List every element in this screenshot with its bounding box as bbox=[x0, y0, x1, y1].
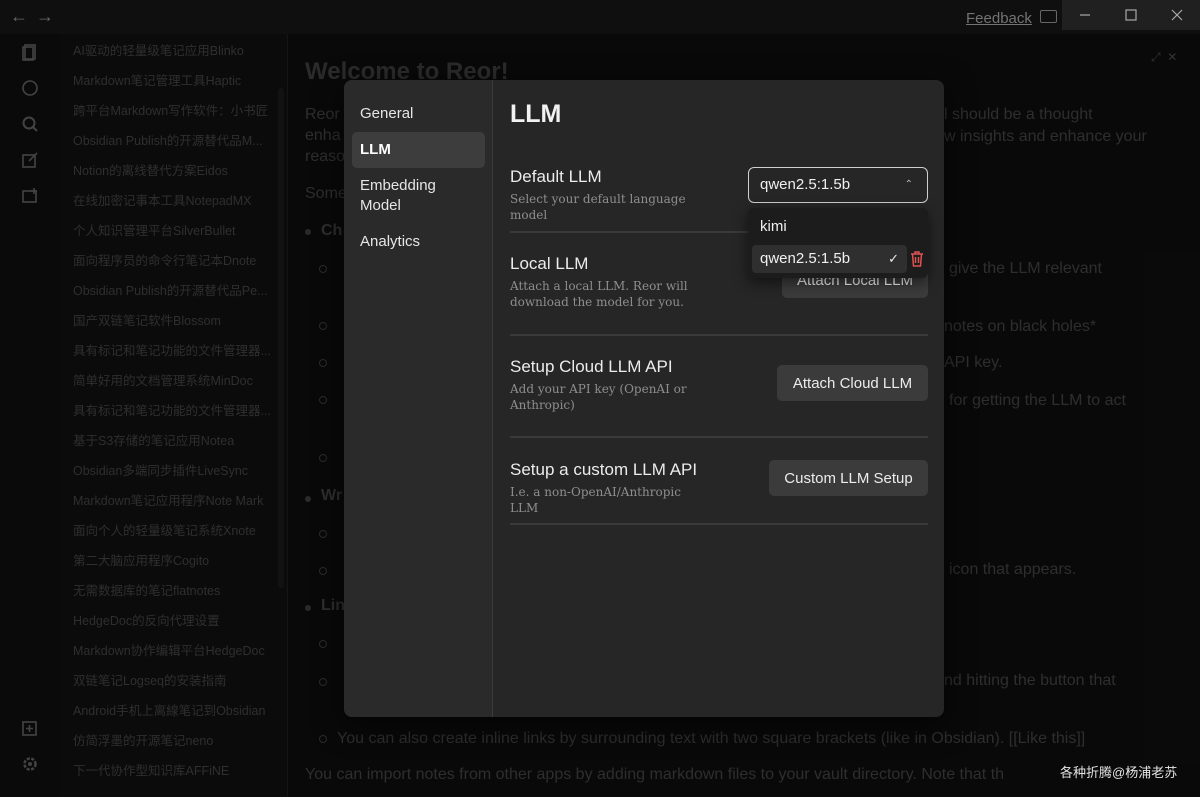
custom-llm-title: Setup a custom LLM API bbox=[510, 460, 698, 479]
divider bbox=[510, 436, 928, 438]
settings-nav: General LLM Embedding Model Analytics bbox=[344, 80, 493, 717]
check-icon: ✓ bbox=[888, 251, 899, 266]
settings-content: LLM Default LLM Select your default lang… bbox=[494, 80, 944, 717]
option-label: qwen2.5:1.5b bbox=[760, 250, 851, 267]
default-llm-desc: Select your default language model bbox=[510, 192, 686, 222]
divider bbox=[510, 334, 928, 336]
settings-nav-analytics[interactable]: Analytics bbox=[352, 232, 485, 252]
default-llm-select[interactable]: qwen2.5:1.5b ⌃ bbox=[748, 167, 928, 203]
settings-modal: General LLM Embedding Model Analytics LL… bbox=[344, 80, 944, 717]
local-llm-title: Local LLM bbox=[510, 254, 589, 273]
chevron-updown-icon: ⌃ bbox=[904, 179, 913, 190]
cloud-llm-title: Setup Cloud LLM API bbox=[510, 357, 673, 376]
settings-nav-llm[interactable]: LLM bbox=[352, 132, 485, 168]
local-llm-desc: Attach a local LLM. Reor will download t… bbox=[510, 279, 688, 309]
dropdown-option-kimi[interactable]: kimi bbox=[752, 213, 907, 241]
option-label: kimi bbox=[760, 218, 787, 235]
custom-llm-setup-button[interactable]: Custom LLM Setup bbox=[769, 460, 928, 496]
watermark: 各种折腾@杨浦老苏 bbox=[1060, 765, 1178, 780]
default-llm-title: Default LLM bbox=[510, 167, 602, 186]
trash-icon[interactable] bbox=[910, 251, 924, 267]
default-llm-select-value: qwen2.5:1.5b bbox=[760, 176, 851, 193]
attach-cloud-llm-button[interactable]: Attach Cloud LLM bbox=[777, 365, 928, 401]
cloud-llm-desc: Add your API key (OpenAI or Anthropic) bbox=[510, 382, 687, 412]
default-llm-dropdown: kimi qwen2.5:1.5b ✓ bbox=[748, 208, 928, 278]
settings-nav-embedding-model[interactable]: Embedding Model bbox=[352, 176, 485, 216]
dropdown-option-qwen[interactable]: qwen2.5:1.5b ✓ bbox=[752, 245, 907, 273]
page-title: LLM bbox=[510, 100, 562, 128]
divider bbox=[510, 523, 928, 525]
settings-nav-general[interactable]: General bbox=[352, 104, 485, 124]
custom-llm-desc: I.e. a non-OpenAI/Anthropic LLM bbox=[510, 485, 681, 515]
